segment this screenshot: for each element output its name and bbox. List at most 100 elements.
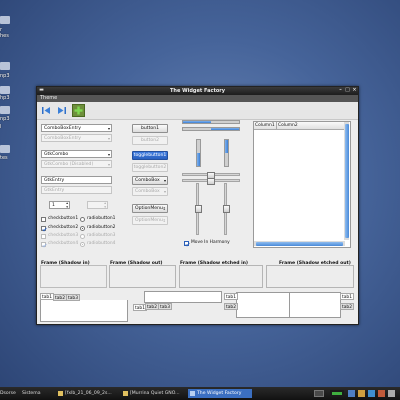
gtk-combo-value: GtkCombo (Disabled) — [44, 162, 94, 167]
window-menu-icon[interactable]: ▬ — [39, 88, 44, 93]
update-icon[interactable] — [368, 390, 375, 397]
network-icon[interactable] — [348, 390, 355, 397]
button1[interactable]: button1 — [132, 124, 168, 133]
gtk-combo-value: GtkCombo — [44, 152, 69, 157]
checkmark-icon — [42, 227, 47, 232]
gtk-entry-value: GtkEntry — [44, 178, 65, 183]
vprogress-1-fill — [197, 153, 200, 166]
chevron-down-icon[interactable]: ▾ — [108, 125, 110, 131]
radiobutton2-label: radiobutton2 — [87, 225, 116, 230]
tab-1[interactable]: tab1 — [224, 293, 238, 300]
gtk-combo-disabled: GtkCombo (Disabled) ▾ — [41, 160, 112, 168]
vprogress-2-fill — [225, 140, 228, 153]
terminal-icon — [58, 391, 63, 396]
tab-2[interactable]: tab2 — [224, 303, 238, 310]
radiobutton1[interactable] — [80, 217, 85, 222]
checkbutton2[interactable] — [41, 226, 47, 232]
frame-shadow-out — [109, 265, 176, 288]
tree-hscrollbar[interactable] — [254, 241, 345, 246]
tree-view[interactable]: Column1 Column2 — [253, 121, 351, 248]
clock-area[interactable] — [388, 390, 395, 397]
tree-header: Column1 Column2 — [254, 122, 344, 130]
checkbutton4-disabled — [41, 242, 47, 248]
hscale-2-handle[interactable] — [207, 178, 215, 185]
menubar: Theme — [37, 95, 358, 102]
tab-2[interactable]: tab2 — [340, 303, 354, 310]
tree-hscroll-thumb[interactable] — [256, 241, 343, 246]
desktop-icon-label: np3 — [0, 73, 10, 79]
go-first-icon[interactable] — [41, 105, 52, 116]
spin-arrows-icon[interactable]: ▴ ▾ — [66, 202, 68, 208]
combobox-entry[interactable]: ComboBoxEntry ▾ — [41, 124, 112, 132]
radiobutton4-disabled — [80, 242, 85, 247]
radio-dot-icon — [82, 228, 84, 230]
desktop-icon[interactable] — [0, 106, 10, 114]
desktop-icon[interactable] — [0, 86, 10, 94]
spin-button[interactable]: 1 ▴ ▾ — [49, 201, 70, 209]
tab-3[interactable]: tab3 — [158, 303, 172, 310]
column2-header[interactable]: Column2 — [278, 122, 298, 129]
checkbutton3-label: checkbutton3 — [48, 233, 79, 238]
togglebutton1[interactable]: togglebutton1 — [132, 151, 168, 160]
add-button[interactable] — [72, 104, 85, 117]
hscale-2[interactable] — [182, 178, 240, 185]
tree-vscroll-thumb[interactable] — [344, 124, 349, 238]
minimize-icon[interactable]: – — [338, 88, 343, 93]
battery-level-icon — [332, 392, 342, 395]
radiobutton1-label: radiobutton1 — [87, 216, 116, 221]
tab-1[interactable]: tab1 — [340, 293, 354, 300]
toolbar — [37, 102, 358, 120]
taskbar: Dsorse Sistema [fxlb_21_06_09_2s... [Mur… — [0, 387, 400, 400]
chevron-down-icon[interactable]: ▾ — [108, 151, 110, 157]
desktop-icon-label: hp3 — [0, 95, 10, 101]
hprogress-1-fill — [183, 121, 211, 123]
gtk-entry[interactable]: GtkEntry — [41, 176, 112, 184]
tab-2[interactable]: tab2 — [145, 303, 159, 310]
task-button-active[interactable]: The Widget Factory — [188, 389, 252, 398]
window-titlebar[interactable]: ▬ The Widget Factory – □ × — [37, 87, 358, 95]
tab-3[interactable]: tab3 — [66, 294, 80, 301]
workspace-switcher[interactable] — [314, 390, 324, 397]
option-menu[interactable]: OptionMenu ⇕ — [132, 204, 168, 213]
close-icon[interactable]: × — [352, 88, 357, 93]
radiobutton4-label: radiobutton4 — [87, 241, 116, 246]
radio-dot-icon — [82, 244, 84, 246]
desktop-icon[interactable] — [0, 145, 10, 153]
gtk-combo[interactable]: GtkCombo ▾ — [41, 150, 112, 158]
button2-disabled: button2 — [132, 136, 168, 145]
task-button[interactable]: [fxlb_21_06_09_2s... — [56, 389, 120, 398]
go-last-icon[interactable] — [56, 105, 67, 116]
vscale-2-handle[interactable] — [223, 205, 230, 213]
system-menu[interactable]: Sistema — [20, 389, 46, 398]
gtk-entry-disabled: GtkEntry — [41, 186, 112, 194]
option-menu-value: OptionMenu — [135, 218, 163, 223]
move-in-harmony-checkbox[interactable] — [184, 241, 190, 247]
task-button[interactable]: [Murrina Quiet GNO... — [121, 389, 187, 398]
tab-2[interactable]: tab2 — [53, 294, 67, 301]
vscale-1-handle[interactable] — [195, 205, 202, 213]
tree-vscrollbar[interactable] — [344, 122, 349, 240]
applications-menu[interactable]: Dsorse — [0, 389, 20, 398]
checkbutton4-label: checkbutton4 — [48, 241, 79, 246]
desktop-icon[interactable] — [0, 62, 10, 70]
hprogress-1 — [182, 120, 240, 124]
menu-theme[interactable]: Theme — [40, 95, 57, 101]
combobox[interactable]: ComboBox ▾ — [132, 176, 168, 185]
checkbutton1-label: checkbutton1 — [48, 216, 79, 221]
vscale-1[interactable] — [195, 183, 202, 235]
radiobutton2[interactable] — [80, 226, 85, 231]
updown-icon: ⇕ — [162, 218, 166, 223]
desktop-icon-label: l — [0, 124, 2, 130]
checkbutton1[interactable] — [41, 217, 46, 222]
desktop-icon[interactable] — [0, 16, 10, 24]
desktop-icon-label: np3 — [0, 116, 10, 122]
combobox-value: ComboBox — [135, 189, 160, 194]
vscale-2[interactable] — [223, 183, 230, 235]
maximize-icon[interactable]: □ — [345, 88, 350, 93]
tab-1[interactable]: tab1 — [40, 293, 54, 300]
column1-header[interactable]: Column1 — [255, 122, 275, 129]
notification-icon[interactable] — [378, 390, 385, 397]
desktop-icon-label: tes — [0, 155, 8, 161]
hscale-1[interactable] — [182, 172, 240, 179]
volume-icon[interactable] — [358, 390, 365, 397]
